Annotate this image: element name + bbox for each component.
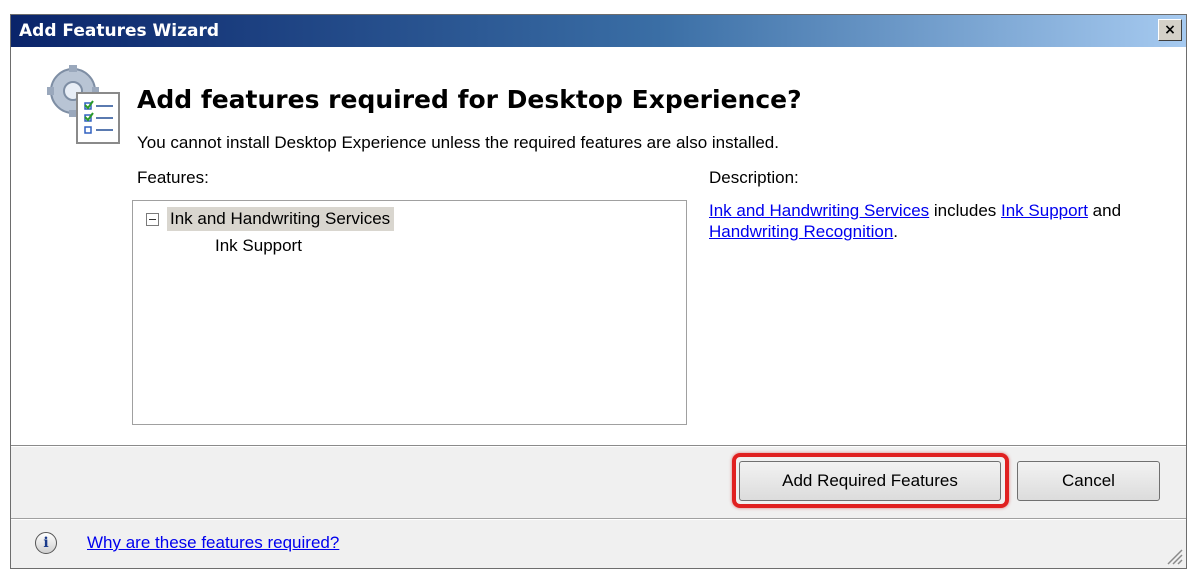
dialog-message: You cannot install Desktop Experience un…	[137, 133, 779, 152]
tree-item-ink-support[interactable]: Ink Support	[215, 236, 302, 260]
window-title: Add Features Wizard	[19, 21, 220, 41]
close-icon: ×	[1164, 22, 1176, 38]
ink-support-link[interactable]: Ink Support	[1001, 201, 1088, 220]
dialog-heading: Add features required for Desktop Experi…	[137, 85, 802, 114]
features-label: Features:	[137, 168, 209, 187]
handwriting-recognition-link[interactable]: Handwriting Recognition	[709, 222, 893, 241]
tree-item-label[interactable]: Ink and Handwriting Services	[167, 207, 395, 231]
add-features-wizard-window: Add Features Wizard × Add features requi…	[10, 14, 1187, 569]
info-icon: i	[35, 532, 57, 554]
why-required-link[interactable]: Why are these features required?	[87, 533, 339, 553]
description-text: and	[1087, 201, 1122, 220]
description-text: .	[893, 222, 899, 241]
title-bar[interactable]: Add Features Wizard ×	[11, 15, 1186, 47]
cancel-button[interactable]: Cancel	[1017, 461, 1160, 501]
footer-divider	[11, 518, 1186, 520]
tree-item-ink-and-handwriting-services[interactable]: Ink and Handwriting Services	[146, 206, 395, 232]
ink-and-handwriting-services-link[interactable]: Ink and Handwriting Services	[709, 201, 929, 220]
tree-item-label[interactable]: Ink Support	[215, 236, 302, 255]
resize-grip-icon[interactable]	[1162, 544, 1184, 566]
content-area: Add features required for Desktop Experi…	[11, 47, 1186, 445]
close-button[interactable]: ×	[1158, 19, 1182, 41]
feature-description: Ink and Handwriting Services includes In…	[709, 200, 1129, 242]
description-label: Description:	[709, 168, 799, 187]
collapse-icon[interactable]	[146, 212, 159, 226]
description-text: includes	[929, 201, 1001, 220]
features-tree[interactable]: Ink and Handwriting Services Ink Support	[132, 200, 687, 425]
features-checklist-icon	[47, 65, 120, 144]
add-required-features-button[interactable]: Add Required Features	[739, 461, 1001, 501]
divider	[11, 445, 1186, 447]
